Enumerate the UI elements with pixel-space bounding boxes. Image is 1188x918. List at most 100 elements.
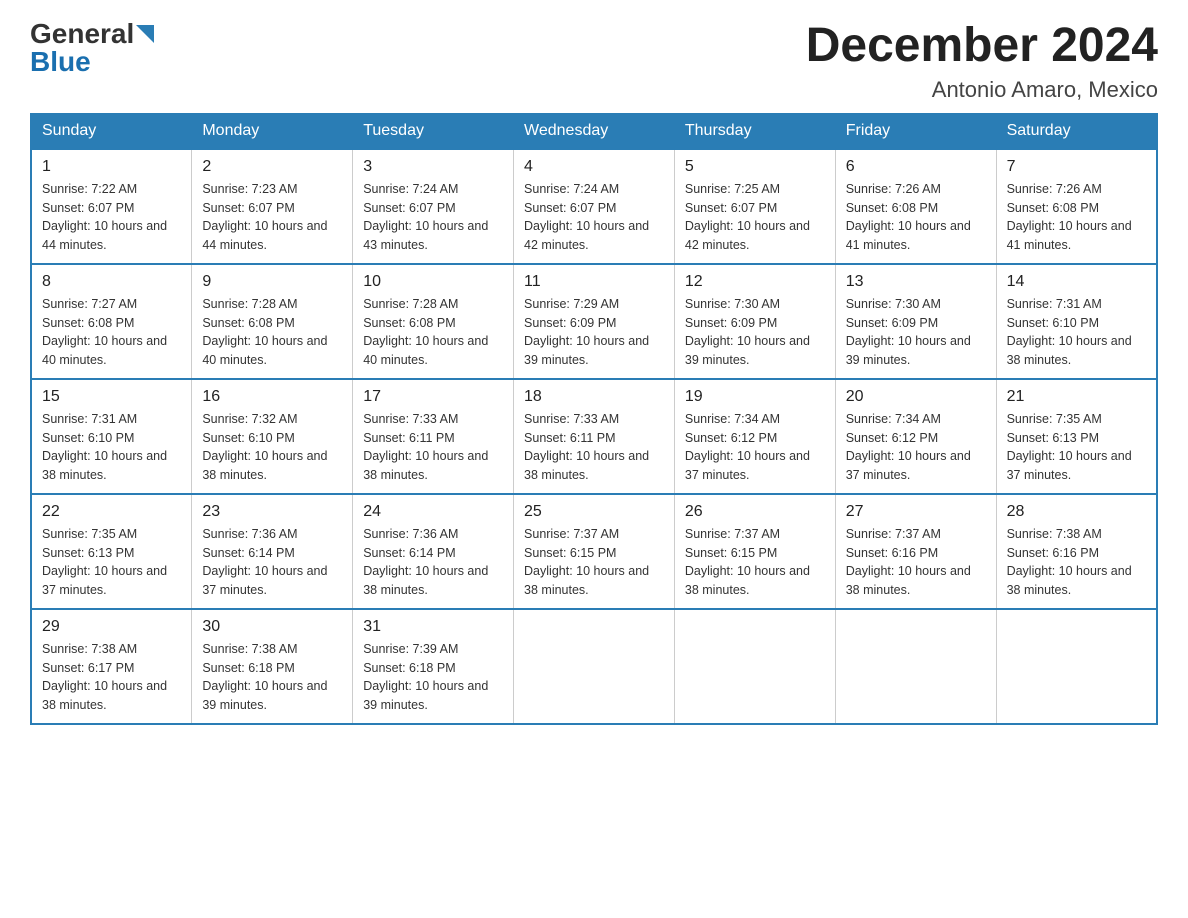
day-info: Sunrise: 7:37 AMSunset: 6:15 PMDaylight:… [685, 527, 810, 597]
calendar-day-cell: 6 Sunrise: 7:26 AMSunset: 6:08 PMDayligh… [835, 149, 996, 264]
calendar-week-row: 15 Sunrise: 7:31 AMSunset: 6:10 PMDaylig… [31, 379, 1157, 494]
day-number: 1 [42, 158, 181, 176]
col-sunday: Sunday [31, 113, 192, 149]
day-info: Sunrise: 7:39 AMSunset: 6:18 PMDaylight:… [363, 642, 488, 712]
calendar-day-cell: 9 Sunrise: 7:28 AMSunset: 6:08 PMDayligh… [192, 264, 353, 379]
calendar-day-cell: 18 Sunrise: 7:33 AMSunset: 6:11 PMDaylig… [514, 379, 675, 494]
calendar-day-cell: 8 Sunrise: 7:27 AMSunset: 6:08 PMDayligh… [31, 264, 192, 379]
day-number: 10 [363, 273, 503, 291]
calendar-day-cell: 22 Sunrise: 7:35 AMSunset: 6:13 PMDaylig… [31, 494, 192, 609]
day-info: Sunrise: 7:31 AMSunset: 6:10 PMDaylight:… [42, 412, 167, 482]
day-info: Sunrise: 7:38 AMSunset: 6:16 PMDaylight:… [1007, 527, 1132, 597]
calendar-day-cell: 14 Sunrise: 7:31 AMSunset: 6:10 PMDaylig… [996, 264, 1157, 379]
calendar-day-cell: 24 Sunrise: 7:36 AMSunset: 6:14 PMDaylig… [353, 494, 514, 609]
calendar-day-cell [996, 609, 1157, 724]
calendar-day-cell: 4 Sunrise: 7:24 AMSunset: 6:07 PMDayligh… [514, 149, 675, 264]
calendar-week-row: 8 Sunrise: 7:27 AMSunset: 6:08 PMDayligh… [31, 264, 1157, 379]
col-tuesday: Tuesday [353, 113, 514, 149]
calendar-day-cell: 7 Sunrise: 7:26 AMSunset: 6:08 PMDayligh… [996, 149, 1157, 264]
calendar-week-row: 22 Sunrise: 7:35 AMSunset: 6:13 PMDaylig… [31, 494, 1157, 609]
calendar-week-row: 29 Sunrise: 7:38 AMSunset: 6:17 PMDaylig… [31, 609, 1157, 724]
day-info: Sunrise: 7:36 AMSunset: 6:14 PMDaylight:… [363, 527, 488, 597]
calendar-day-cell: 20 Sunrise: 7:34 AMSunset: 6:12 PMDaylig… [835, 379, 996, 494]
title-area: December 2024 Antonio Amaro, Mexico [806, 20, 1158, 103]
day-number: 27 [846, 503, 986, 521]
day-info: Sunrise: 7:36 AMSunset: 6:14 PMDaylight:… [202, 527, 327, 597]
calendar-day-cell: 11 Sunrise: 7:29 AMSunset: 6:09 PMDaylig… [514, 264, 675, 379]
day-number: 31 [363, 618, 503, 636]
calendar-day-cell: 15 Sunrise: 7:31 AMSunset: 6:10 PMDaylig… [31, 379, 192, 494]
month-year-title: December 2024 [806, 20, 1158, 73]
day-info: Sunrise: 7:26 AMSunset: 6:08 PMDaylight:… [1007, 182, 1132, 252]
calendar-day-cell: 3 Sunrise: 7:24 AMSunset: 6:07 PMDayligh… [353, 149, 514, 264]
day-info: Sunrise: 7:29 AMSunset: 6:09 PMDaylight:… [524, 297, 649, 367]
col-thursday: Thursday [674, 113, 835, 149]
location-subtitle: Antonio Amaro, Mexico [806, 77, 1158, 103]
day-info: Sunrise: 7:26 AMSunset: 6:08 PMDaylight:… [846, 182, 971, 252]
calendar-day-cell: 26 Sunrise: 7:37 AMSunset: 6:15 PMDaylig… [674, 494, 835, 609]
logo: General Blue [30, 20, 154, 76]
day-info: Sunrise: 7:30 AMSunset: 6:09 PMDaylight:… [685, 297, 810, 367]
day-number: 15 [42, 388, 181, 406]
day-number: 21 [1007, 388, 1146, 406]
calendar-day-cell: 16 Sunrise: 7:32 AMSunset: 6:10 PMDaylig… [192, 379, 353, 494]
calendar-day-cell [674, 609, 835, 724]
day-info: Sunrise: 7:24 AMSunset: 6:07 PMDaylight:… [363, 182, 488, 252]
day-number: 12 [685, 273, 825, 291]
day-number: 17 [363, 388, 503, 406]
day-info: Sunrise: 7:37 AMSunset: 6:15 PMDaylight:… [524, 527, 649, 597]
day-number: 8 [42, 273, 181, 291]
day-info: Sunrise: 7:28 AMSunset: 6:08 PMDaylight:… [202, 297, 327, 367]
day-info: Sunrise: 7:27 AMSunset: 6:08 PMDaylight:… [42, 297, 167, 367]
calendar-day-cell: 31 Sunrise: 7:39 AMSunset: 6:18 PMDaylig… [353, 609, 514, 724]
calendar-day-cell: 10 Sunrise: 7:28 AMSunset: 6:08 PMDaylig… [353, 264, 514, 379]
col-wednesday: Wednesday [514, 113, 675, 149]
day-number: 2 [202, 158, 342, 176]
logo-triangle-icon [136, 25, 154, 43]
day-info: Sunrise: 7:32 AMSunset: 6:10 PMDaylight:… [202, 412, 327, 482]
day-number: 26 [685, 503, 825, 521]
day-info: Sunrise: 7:37 AMSunset: 6:16 PMDaylight:… [846, 527, 971, 597]
day-number: 25 [524, 503, 664, 521]
calendar-day-cell: 25 Sunrise: 7:37 AMSunset: 6:15 PMDaylig… [514, 494, 675, 609]
day-number: 30 [202, 618, 342, 636]
day-number: 18 [524, 388, 664, 406]
col-friday: Friday [835, 113, 996, 149]
day-number: 23 [202, 503, 342, 521]
calendar-day-cell [835, 609, 996, 724]
calendar-day-cell [514, 609, 675, 724]
day-info: Sunrise: 7:30 AMSunset: 6:09 PMDaylight:… [846, 297, 971, 367]
day-info: Sunrise: 7:38 AMSunset: 6:18 PMDaylight:… [202, 642, 327, 712]
day-number: 28 [1007, 503, 1146, 521]
day-info: Sunrise: 7:24 AMSunset: 6:07 PMDaylight:… [524, 182, 649, 252]
calendar-day-cell: 21 Sunrise: 7:35 AMSunset: 6:13 PMDaylig… [996, 379, 1157, 494]
day-number: 7 [1007, 158, 1146, 176]
day-info: Sunrise: 7:25 AMSunset: 6:07 PMDaylight:… [685, 182, 810, 252]
day-number: 5 [685, 158, 825, 176]
day-number: 20 [846, 388, 986, 406]
day-info: Sunrise: 7:33 AMSunset: 6:11 PMDaylight:… [524, 412, 649, 482]
day-number: 6 [846, 158, 986, 176]
day-info: Sunrise: 7:23 AMSunset: 6:07 PMDaylight:… [202, 182, 327, 252]
logo-blue-text: Blue [30, 48, 91, 76]
calendar-day-cell: 17 Sunrise: 7:33 AMSunset: 6:11 PMDaylig… [353, 379, 514, 494]
day-number: 24 [363, 503, 503, 521]
header-area: General Blue December 2024 Antonio Amaro… [30, 20, 1158, 103]
calendar-day-cell: 29 Sunrise: 7:38 AMSunset: 6:17 PMDaylig… [31, 609, 192, 724]
calendar-day-cell: 30 Sunrise: 7:38 AMSunset: 6:18 PMDaylig… [192, 609, 353, 724]
calendar-day-cell: 2 Sunrise: 7:23 AMSunset: 6:07 PMDayligh… [192, 149, 353, 264]
calendar-day-cell: 19 Sunrise: 7:34 AMSunset: 6:12 PMDaylig… [674, 379, 835, 494]
logo-general-text: General [30, 20, 134, 48]
calendar-week-row: 1 Sunrise: 7:22 AMSunset: 6:07 PMDayligh… [31, 149, 1157, 264]
calendar-day-cell: 12 Sunrise: 7:30 AMSunset: 6:09 PMDaylig… [674, 264, 835, 379]
day-number: 29 [42, 618, 181, 636]
calendar-day-cell: 13 Sunrise: 7:30 AMSunset: 6:09 PMDaylig… [835, 264, 996, 379]
day-info: Sunrise: 7:35 AMSunset: 6:13 PMDaylight:… [1007, 412, 1132, 482]
day-number: 11 [524, 273, 664, 291]
calendar-day-cell: 28 Sunrise: 7:38 AMSunset: 6:16 PMDaylig… [996, 494, 1157, 609]
day-info: Sunrise: 7:38 AMSunset: 6:17 PMDaylight:… [42, 642, 167, 712]
day-number: 13 [846, 273, 986, 291]
day-info: Sunrise: 7:35 AMSunset: 6:13 PMDaylight:… [42, 527, 167, 597]
day-info: Sunrise: 7:22 AMSunset: 6:07 PMDaylight:… [42, 182, 167, 252]
col-monday: Monday [192, 113, 353, 149]
